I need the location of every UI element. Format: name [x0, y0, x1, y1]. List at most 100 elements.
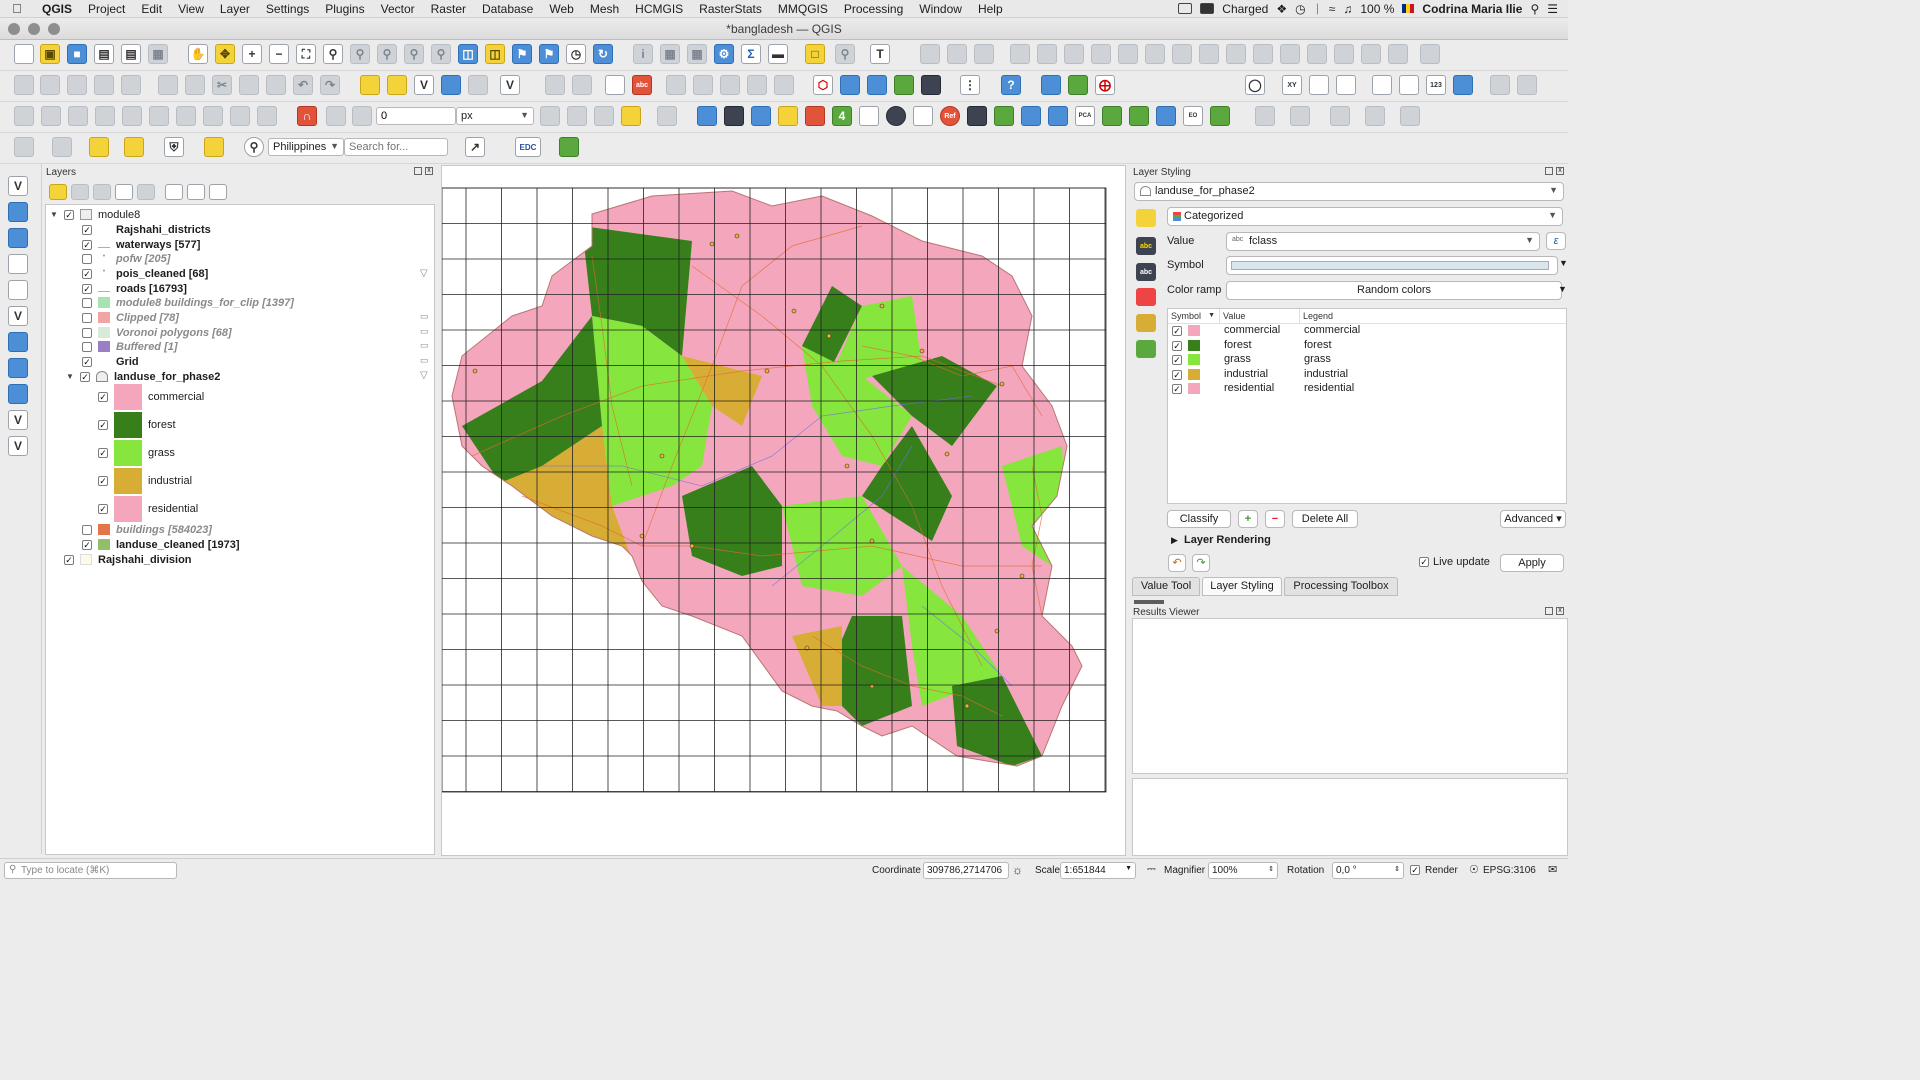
plugin-icon-16[interactable]	[1255, 106, 1275, 126]
label-toolbar-icon-5[interactable]	[468, 75, 488, 95]
column-header-legend[interactable]: Legend	[1300, 309, 1566, 323]
geocode-search-input[interactable]	[344, 138, 448, 156]
digitize-tool-2-icon[interactable]	[1037, 44, 1057, 64]
open-project-icon[interactable]: ▣	[40, 44, 60, 64]
raster-tool-icon-4[interactable]	[921, 75, 941, 95]
live-update-checkbox[interactable]	[1419, 557, 1429, 567]
remove-category-icon[interactable]: −	[1265, 510, 1285, 528]
country-select[interactable]: Philippines ▼	[268, 138, 344, 156]
3d-view-icon[interactable]	[1136, 288, 1156, 306]
deselect-icon[interactable]	[974, 44, 994, 64]
add-wfs-icon[interactable]	[8, 384, 28, 404]
category-table-row[interactable]: forest forest	[1168, 339, 1566, 353]
vertex-tool-icon[interactable]	[121, 75, 141, 95]
zoom-in-icon[interactable]: +	[242, 44, 262, 64]
advanced-digitize-icon-6[interactable]	[149, 106, 169, 126]
render-checkbox[interactable]	[1410, 865, 1420, 875]
plugin-pca-icon[interactable]: PCA	[1075, 106, 1095, 126]
edc-plugin-button[interactable]: EDC	[515, 137, 541, 157]
selection-tool-icon[interactable]	[14, 137, 34, 157]
digitize-tool-11-icon[interactable]	[1280, 44, 1300, 64]
bluetooth-icon[interactable]: ᛁ	[1314, 2, 1321, 16]
label-toolbar-icon-3[interactable]: V	[414, 75, 434, 95]
menu-settings[interactable]: Settings	[258, 2, 317, 16]
misc-tool-icon-2[interactable]	[1517, 75, 1537, 95]
add-gps-layer-icon[interactable]	[8, 280, 28, 300]
float-panel-icon[interactable]	[1545, 607, 1553, 615]
label-toolbar-icon-14[interactable]	[774, 75, 794, 95]
layer-row-landuse-cleaned[interactable]: landuse_cleaned [1973]	[82, 537, 240, 552]
apply-button[interactable]: Apply	[1500, 554, 1564, 572]
menu-web[interactable]: Web	[541, 2, 581, 16]
plugin-icon-11[interactable]	[1048, 106, 1068, 126]
identify-features-icon[interactable]: i	[633, 44, 653, 64]
masks-abc-icon[interactable]: abc	[1136, 263, 1156, 281]
zoom-out-icon[interactable]: −	[269, 44, 289, 64]
row-swatch[interactable]	[1188, 325, 1200, 336]
snapping-mode-icon[interactable]	[352, 106, 372, 126]
snap-tool-icon-5[interactable]	[657, 106, 677, 126]
control-center-icon[interactable]: ☰	[1547, 2, 1558, 16]
add-feature-icon[interactable]	[94, 75, 114, 95]
add-wms-icon[interactable]	[8, 358, 28, 378]
snapping-magnet-icon[interactable]: ∩	[297, 106, 317, 126]
globe-plugin-icon[interactable]	[886, 106, 906, 126]
filter-funnel-icon[interactable]: ▽	[420, 268, 428, 279]
row-checkbox[interactable]	[1172, 326, 1182, 336]
digitize-tool-13-icon[interactable]	[1334, 44, 1354, 64]
color-ramp-select[interactable]: Random colors	[1226, 281, 1562, 300]
layer-row-clipped[interactable]: Clipped [78]	[82, 310, 179, 325]
categories-table[interactable]: Symbol ▼ Value Legend commercial commerci…	[1167, 308, 1567, 504]
deselect-all-icon[interactable]	[89, 137, 109, 157]
row-legend[interactable]: commercial	[1304, 324, 1360, 336]
expand-all-icon[interactable]	[165, 184, 183, 200]
select-by-value-icon[interactable]	[947, 44, 967, 64]
results-detail[interactable]	[1132, 778, 1568, 856]
layer-checkbox[interactable]	[82, 283, 92, 294]
python-console-icon[interactable]	[697, 106, 717, 126]
digitize-tool-9-icon[interactable]	[1226, 44, 1246, 64]
expand-triangle-icon[interactable]: ▼	[66, 372, 76, 381]
plugin-icon-4[interactable]	[805, 106, 825, 126]
map-canvas[interactable]	[441, 165, 1126, 856]
battery-label[interactable]: Charged	[1222, 2, 1268, 16]
plugin-icon-18[interactable]	[1330, 106, 1350, 126]
tab-layer-styling[interactable]: Layer Styling	[1202, 577, 1282, 596]
label-toolbar-icon-1[interactable]	[360, 75, 380, 95]
snap-tool-icon-4[interactable]	[621, 106, 641, 126]
digitize-tool-1-icon[interactable]	[1010, 44, 1030, 64]
shield-plugin-icon[interactable]: ⛨	[164, 137, 184, 157]
paste-features-icon[interactable]	[266, 75, 286, 95]
plugin-icon-1[interactable]	[724, 106, 744, 126]
screen-icon[interactable]	[1178, 3, 1193, 14]
layout-manager-icon[interactable]: ▤	[121, 44, 141, 64]
new-print-layout-icon[interactable]: ▤	[94, 44, 114, 64]
intersect-tool-icon[interactable]	[1336, 75, 1356, 95]
profile-tool-icon[interactable]: ↗	[465, 137, 485, 157]
category-row-industrial[interactable]: industrial	[98, 467, 192, 495]
temporary-layer-icon[interactable]: ▭	[420, 355, 429, 366]
digitize-tool-16-icon[interactable]	[1420, 44, 1440, 64]
category-row-commercial[interactable]: commercial	[98, 383, 204, 411]
map-render[interactable]	[442, 166, 1126, 856]
filter-expression-icon[interactable]	[137, 184, 155, 200]
plugin-icon-8[interactable]	[967, 106, 987, 126]
close-panel-icon[interactable]: x	[1556, 607, 1564, 615]
menu-hcmgis[interactable]: HCMGIS	[627, 2, 691, 16]
battery-status-icon[interactable]	[1200, 3, 1215, 14]
advanced-digitize-icon-7[interactable]	[176, 106, 196, 126]
layer-checkbox[interactable]	[82, 224, 92, 235]
layer-checkbox[interactable]	[82, 356, 92, 367]
circle-tool-icon[interactable]: ◯	[1245, 75, 1265, 95]
layers-tree[interactable]: ▼ module8 Rajshahi_districts waterways […	[45, 204, 435, 855]
crosshair-icon[interactable]: ⨁	[1095, 75, 1115, 95]
row-legend[interactable]: industrial	[1304, 368, 1348, 380]
new-project-icon[interactable]	[14, 44, 34, 64]
georeferencer-icon[interactable]	[1068, 75, 1088, 95]
results-list[interactable]	[1132, 618, 1568, 774]
menu-edit[interactable]: Edit	[133, 2, 170, 16]
redo-icon[interactable]: ↷	[320, 75, 340, 95]
undo-icon[interactable]: ↶	[293, 75, 313, 95]
plugin-openeo-icon[interactable]: EO	[1183, 106, 1203, 126]
digitize-tool-12-icon[interactable]	[1307, 44, 1327, 64]
